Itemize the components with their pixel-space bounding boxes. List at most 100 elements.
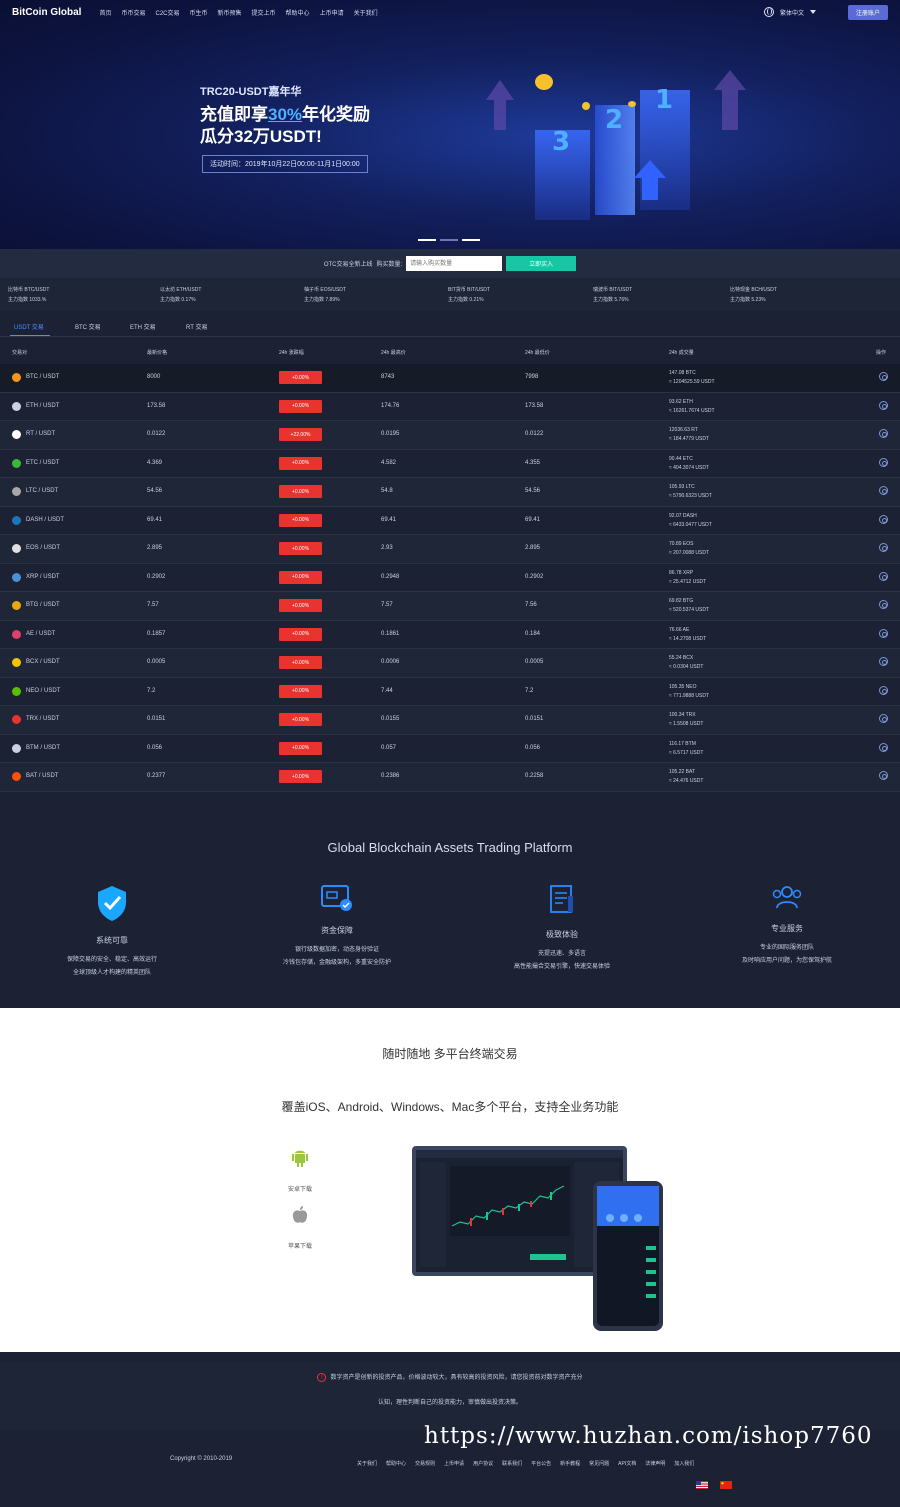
high-cell: 0.2386 [381,773,400,779]
table-row[interactable]: ETH / USDT 173.58 +0.00% 174.76 173.58 93.62 … [0,392,900,421]
pair-cell[interactable]: AE / USDT [26,631,55,637]
footer-link[interactable]: 关于我们 [357,1460,377,1467]
pair-cell[interactable]: ETC / USDT [26,460,59,466]
ticker-item[interactable]: 柚子币 EOS/USDT 主力指数 7.89% [304,285,346,305]
table-row[interactable]: AE / USDT 0.1857 +0.00% 0.1861 0.184 76.66 AE… [0,620,900,649]
footer-link[interactable]: 常见问题 [589,1460,609,1467]
ticker-item[interactable]: 以太坊 ETH/USDT 主力指数 0.17% [160,285,201,305]
logo[interactable]: BitCoin Global [12,7,81,18]
ticker-item[interactable]: 比特币 BTC/USDT 主力指数 1033.% [8,285,49,305]
favorite-icon[interactable] [879,543,888,552]
table-row[interactable]: ETC / USDT 4.369 +0.00% 4.582 4.355 90.44 ETC… [0,449,900,478]
footer-link[interactable]: 联系我们 [502,1460,522,1467]
change-badge: +0.00% [279,399,322,413]
cn-flag-icon[interactable] [720,1481,732,1489]
chevron-down-icon[interactable] [809,10,816,14]
otc-label: OTC交易全新上线 [323,262,373,268]
footer-link[interactable]: API文档 [618,1460,636,1467]
tab-usdt[interactable]: USDT 交易 [14,322,44,331]
hero-banner[interactable]: TRC20-USDT嘉年华 充值即享30%年化奖励 瓜分32万USDT! 活动时… [0,0,900,249]
nav-item[interactable]: 提交上币 [252,8,276,17]
android-download[interactable]: 安卓下载 [270,1148,330,1193]
document-icon [550,885,573,913]
table-row[interactable]: TRX / USDT 0.0151 +0.00% 0.0155 0.0151 100.34… [0,706,900,735]
language-selector[interactable]: 繁体中文 [780,8,804,17]
register-button[interactable]: 注册账户 [847,4,888,20]
footer-link[interactable]: 交易规则 [415,1460,435,1467]
pair-cell[interactable]: ETH / USDT [26,403,59,409]
features-section: Global Blockchain Assets Trading Platfor… [0,802,900,998]
tab-rt[interactable]: RT 交易 [186,322,207,331]
pair-cell[interactable]: BCX / USDT [26,659,60,665]
pair-cell[interactable]: BTC / USDT [26,374,59,380]
table-row[interactable]: DASH / USDT 69.41 +0.00% 69.41 69.41 92.07 DA… [0,506,900,535]
pair-cell[interactable]: LTC / USDT [26,488,58,494]
favorite-icon[interactable] [879,714,888,723]
otc-quantity-input[interactable] [406,256,503,271]
table-row[interactable]: RT / USDT 0.0122 +22.00% 0.0195 0.0122 12036.… [0,421,900,450]
pair-cell[interactable]: DASH / USDT [26,517,64,523]
table-row[interactable]: BTM / USDT 0.056 +0.00% 0.057 0.056 116.17 BT… [0,734,900,763]
footer-link[interactable]: 用户协议 [473,1460,493,1467]
pair-cell[interactable]: NEO / USDT [26,688,60,694]
footer-link[interactable]: 法律声明 [645,1460,665,1467]
nav-item[interactable]: 首页 [99,8,111,17]
favorite-icon[interactable] [879,429,888,438]
pair-cell[interactable]: RT / USDT [26,431,55,437]
table-row[interactable]: BTG / USDT 7.57 +0.00% 7.57 7.56 69.82 BTG ≈ 5… [0,592,900,621]
ticker-item[interactable]: 比特现金 BCH/USDT 主力指数 5.23% [730,285,777,305]
nav-item[interactable]: C2C交易 [155,8,179,17]
feature-service: 专业服务 专业的国际服务团队 及时响应用户问题，为您保驾护航 [697,884,877,968]
nav-item[interactable]: 关于我们 [354,8,378,17]
pair-cell[interactable]: XRP / USDT [26,574,60,580]
table-row[interactable]: NEO / USDT 7.2 +0.00% 7.44 7.2 105.35 NEO ≈ 77… [0,677,900,706]
buy-now-button[interactable]: 立即买入 [506,256,577,271]
favorite-icon[interactable] [879,685,888,695]
pair-cell[interactable]: BTG / USDT [26,602,60,608]
us-flag-icon[interactable] [696,1481,708,1489]
volume-cell: 70.89 EOS ≈ 207.0088 USDT [669,541,709,556]
pair-cell[interactable]: BTM / USDT [26,745,60,751]
favorite-icon[interactable] [879,372,888,381]
footer-link[interactable]: 新手教程 [560,1460,580,1467]
table-row[interactable]: EOS / USDT 2.895 +0.00% 2.93 2.895 70.89 EOS ≈… [0,535,900,564]
ticker-item[interactable]: 瑞波币 BIT/USDT 主力指数 5.76% [593,285,632,305]
favorite-icon[interactable] [879,400,888,410]
footer-link[interactable]: 帮助中心 [386,1460,406,1467]
tab-eth[interactable]: ETH 交易 [130,322,156,331]
globe-icon[interactable] [763,7,774,17]
favorite-icon[interactable] [879,571,888,581]
favorite-icon[interactable] [879,457,888,467]
favorite-icon[interactable] [879,514,888,524]
footer-link[interactable]: 加入我们 [674,1460,694,1467]
nav-item[interactable]: 币币交易 [121,8,145,17]
favorite-icon[interactable] [879,600,888,609]
table-row[interactable]: LTC / USDT 54.56 +0.00% 54.8 54.56 105.93 LTC… [0,478,900,507]
table-row[interactable]: BAT / USDT 0.2377 +0.00% 0.2386 0.2258 105.22… [0,763,900,792]
table-row[interactable]: XRP / USDT 0.2902 +0.00% 0.2948 0.2902 86.78 … [0,563,900,592]
favorite-icon[interactable] [879,771,888,780]
table-row[interactable]: BTC / USDT 8000 +0.00% 8743 7998 147.08 BTC ≈ … [0,364,900,393]
favorite-icon[interactable] [879,486,888,495]
pair-cell[interactable]: EOS / USDT [26,545,60,551]
favorite-icon[interactable] [879,628,888,638]
copyright: Copyright © 2010-2019 [170,1456,233,1462]
tab-btc[interactable]: BTC 交易 [75,322,101,331]
pair-cell[interactable]: BAT / USDT [26,773,58,779]
nav-item[interactable]: 帮助中心 [286,8,310,17]
footer-link[interactable]: 平台公告 [531,1460,551,1467]
nav-item[interactable]: 新币预售 [218,8,242,17]
favorite-icon[interactable] [879,657,888,666]
alert-icon: ! [317,1372,327,1382]
volume-cell: 116.17 BTM ≈ 6.5717 USDT [669,740,704,756]
nav-item[interactable]: 上币申请 [320,8,344,17]
carousel-dots[interactable] [418,239,480,241]
pair-cell[interactable]: TRX / USDT [26,716,59,722]
price-cell: 0.2377 [147,773,166,779]
ticker-item[interactable]: BIT货币 BIT/USDT 主力指数 0.21% [448,285,490,305]
table-row[interactable]: BCX / USDT 0.0005 +0.00% 0.0006 0.0005 55.24 … [0,649,900,678]
ios-download[interactable]: 苹果下载 [270,1205,330,1250]
nav-item[interactable]: 币生币 [190,8,208,17]
footer-link[interactable]: 上币申请 [444,1460,464,1467]
favorite-icon[interactable] [879,742,888,752]
